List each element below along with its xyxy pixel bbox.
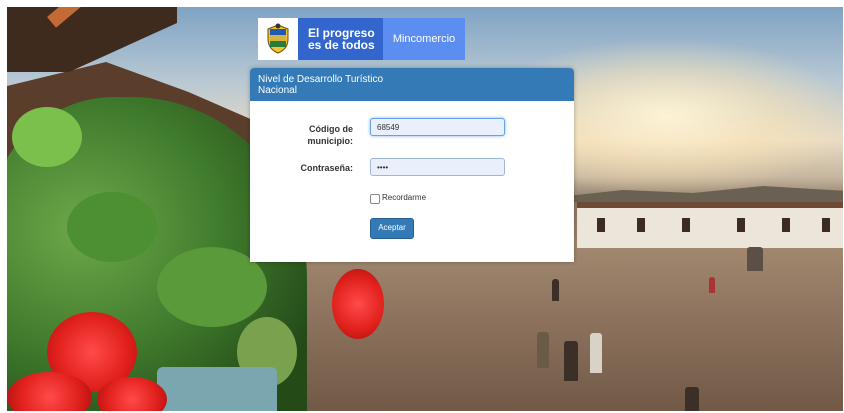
- flower-pot: [157, 367, 277, 411]
- municipio-label: Código de municipio:: [253, 123, 354, 147]
- remember-label[interactable]: Recordarme: [382, 193, 426, 202]
- red-flower: [332, 269, 384, 339]
- leaf: [67, 192, 157, 262]
- remember-checkbox[interactable]: [370, 194, 380, 204]
- person: [552, 279, 559, 301]
- municipio-code-input[interactable]: 68549: [370, 118, 505, 136]
- person: [590, 333, 602, 373]
- person: [564, 341, 578, 381]
- fountain: [747, 247, 763, 271]
- building-right: [577, 202, 843, 248]
- slogan-line-2: es de todos: [308, 38, 375, 52]
- ministry-name: Mincomercio: [383, 18, 465, 60]
- logo-slogan: El progreso es de todos: [298, 18, 383, 60]
- login-panel: Nivel de Desarrollo Turístico Nacional C…: [250, 68, 574, 262]
- password-label: Contraseña:: [300, 163, 353, 173]
- person: [685, 387, 699, 411]
- municipio-label-line-1: Código de: [309, 124, 353, 134]
- submit-button[interactable]: Aceptar: [370, 218, 414, 239]
- person: [709, 277, 715, 293]
- government-logo-bar: El progreso es de todos Mincomercio: [258, 18, 465, 60]
- colombia-coat-of-arms-icon: [258, 18, 298, 60]
- panel-header: Nivel de Desarrollo Turístico Nacional: [250, 68, 574, 101]
- password-input[interactable]: ••••: [370, 158, 505, 176]
- panel-title-line-1: Nivel de Desarrollo Turístico: [258, 74, 384, 85]
- panel-title-line-2: Nacional: [258, 85, 297, 96]
- person: [537, 332, 549, 368]
- municipio-row: Código de municipio:: [253, 123, 354, 147]
- roof-overhang: [7, 7, 177, 72]
- password-row: Contraseña:: [253, 162, 353, 174]
- leaf: [12, 107, 82, 167]
- municipio-label-line-2: municipio:: [307, 136, 354, 146]
